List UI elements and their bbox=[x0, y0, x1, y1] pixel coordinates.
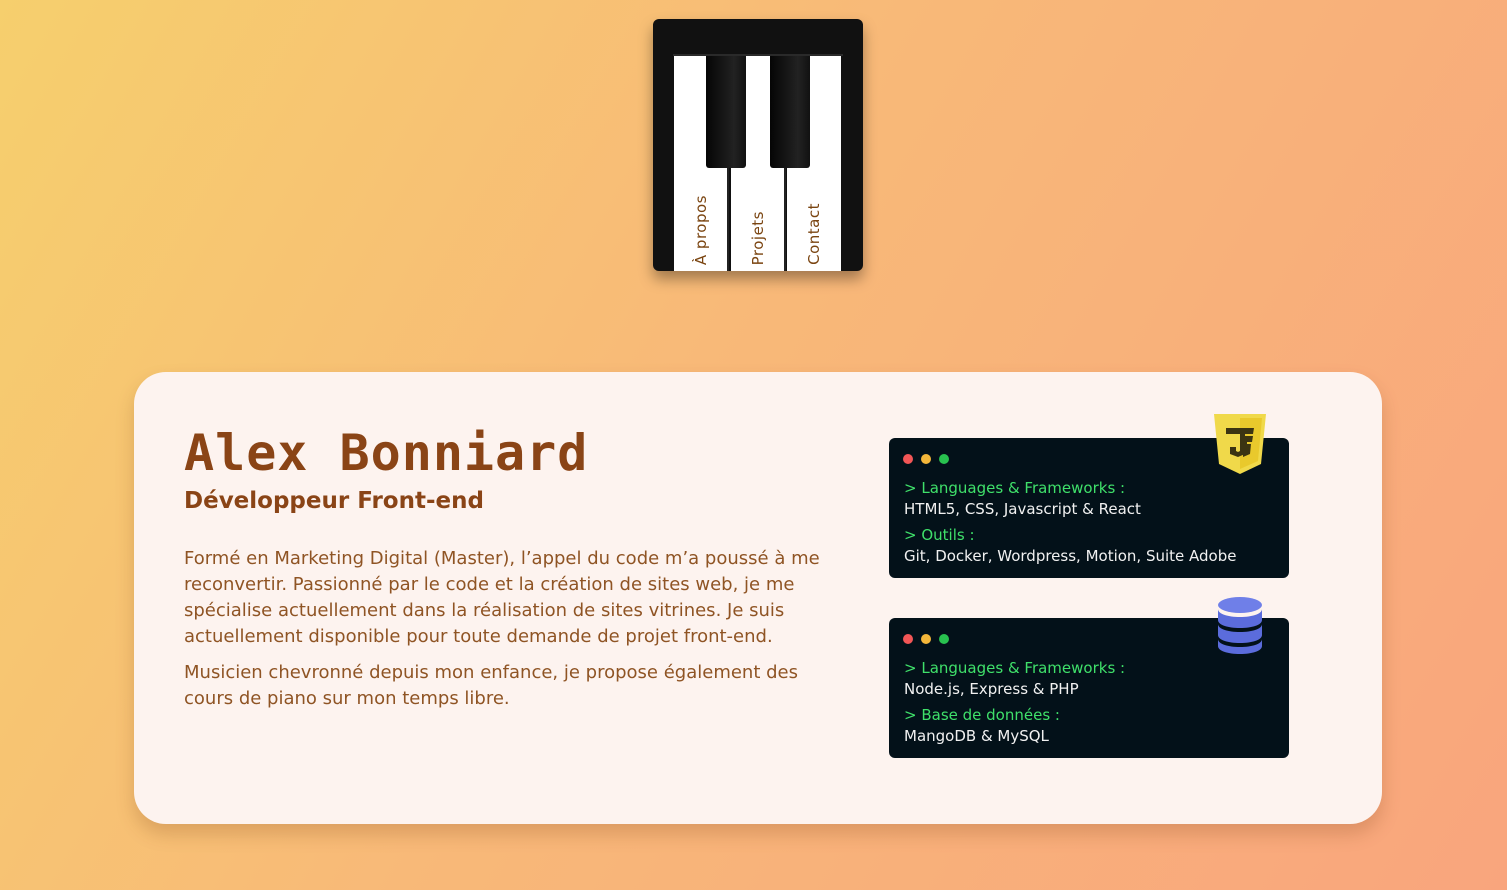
terminal-body: > Languages & Frameworks : Node.js, Expr… bbox=[904, 658, 1279, 752]
bio-paragraph: Musicien chevronné depuis mon enfance, j… bbox=[184, 662, 798, 709]
minimize-dot bbox=[921, 454, 931, 464]
about-card: Alex Bonniard Développeur Front-end Form… bbox=[134, 372, 1382, 824]
nav-key-label: Contact bbox=[805, 203, 823, 265]
minimize-dot bbox=[921, 634, 931, 644]
bio-paragraph: Formé en Marketing Digital (Master), l’a… bbox=[184, 548, 820, 647]
terminal-prompt: > Languages & Frameworks : bbox=[904, 659, 1126, 677]
profile-name: Alex Bonniard bbox=[184, 424, 589, 482]
terminal-value: Node.js, Express & PHP bbox=[904, 680, 1079, 698]
maximize-dot bbox=[939, 634, 949, 644]
terminal-value: MangoDB & MySQL bbox=[904, 727, 1049, 745]
piano-black-key bbox=[706, 56, 746, 168]
terminal-value: HTML5, CSS, Javascript & React bbox=[904, 500, 1141, 518]
database-icon bbox=[1218, 597, 1262, 654]
nav-key-label: Projets bbox=[748, 210, 767, 265]
maximize-dot bbox=[939, 454, 949, 464]
window-controls bbox=[903, 454, 949, 464]
profile-role: Développeur Front-end bbox=[184, 488, 484, 514]
terminal-prompt: > Languages & Frameworks : bbox=[904, 479, 1126, 497]
terminal-body: > Languages & Frameworks : HTML5, CSS, J… bbox=[904, 478, 1279, 572]
terminal-prompt: > Base de données : bbox=[904, 706, 1060, 724]
piano-black-key bbox=[770, 56, 810, 168]
terminal-prompt: > Outils : bbox=[904, 526, 975, 544]
nav-key-label: À propos bbox=[691, 194, 710, 265]
profile-bio: Formé en Marketing Digital (Master), l’a… bbox=[184, 546, 824, 722]
close-dot bbox=[903, 634, 913, 644]
piano-nav: À propos Projets Contact bbox=[653, 19, 863, 271]
window-controls bbox=[903, 634, 949, 644]
javascript-shield-icon bbox=[1214, 414, 1266, 474]
close-dot bbox=[903, 454, 913, 464]
terminal-value: Git, Docker, Wordpress, Motion, Suite Ad… bbox=[904, 547, 1237, 565]
